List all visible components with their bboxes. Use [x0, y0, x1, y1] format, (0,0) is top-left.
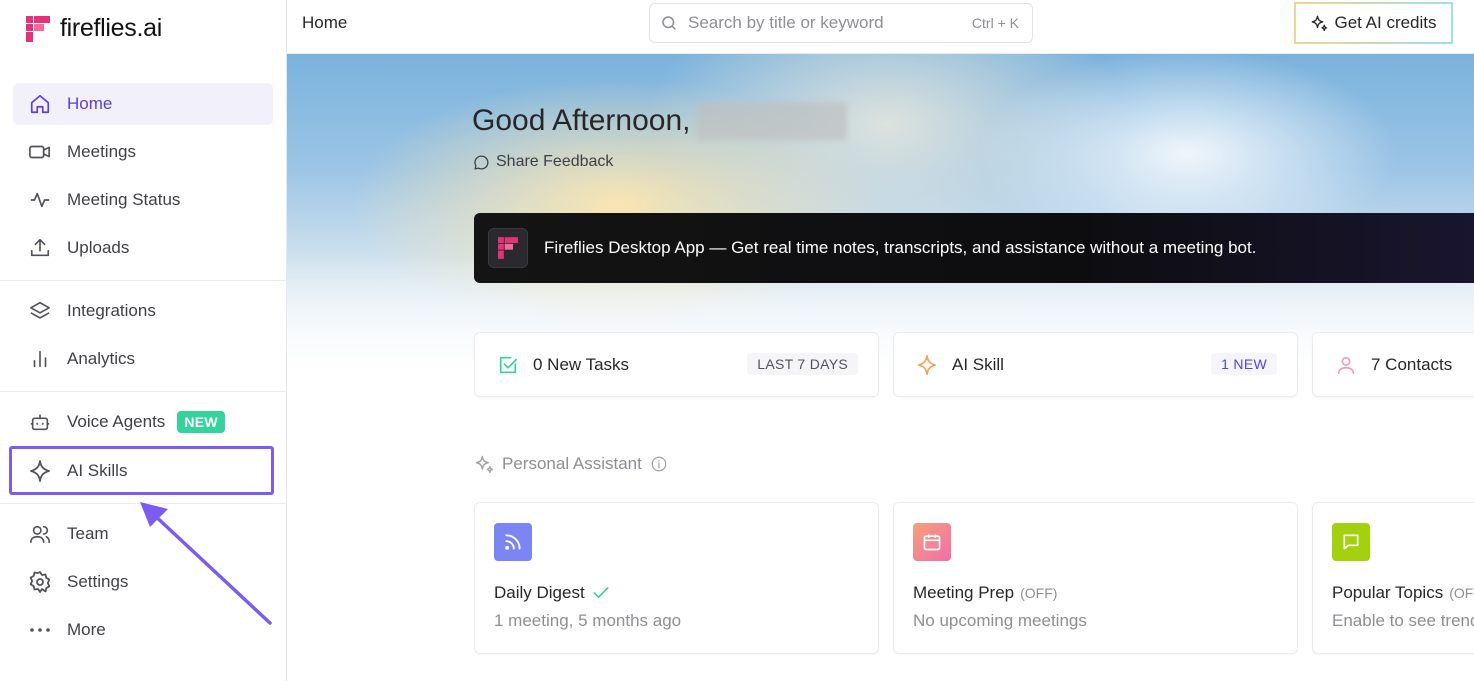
logo-text: fireflies.ai: [60, 14, 162, 42]
checkmark-icon: [593, 587, 609, 598]
sidebar-item-ai-skills[interactable]: AI Skills: [9, 446, 274, 495]
search-bar[interactable]: Ctrl + K: [649, 3, 1033, 43]
pa-card-title: Daily Digest: [494, 583, 611, 603]
banner-text: Fireflies Desktop App — Get real time no…: [544, 238, 1257, 257]
personal-assistant-heading: Personal Assistant: [474, 454, 668, 474]
pa-card-status: (OFF): [1020, 585, 1058, 601]
stat-label: 0 New Tasks: [533, 354, 630, 374]
stat-tag: LAST 7 DAYS: [747, 353, 858, 375]
check-square-icon: [495, 352, 521, 378]
sidebar-item-label: Meeting Status: [67, 190, 181, 209]
search-shortcut: Ctrl + K: [971, 15, 1019, 31]
sparkles-icon: [1312, 15, 1328, 32]
top-header: Home Ctrl + K Get AI credits: [287, 0, 1474, 54]
desktop-app-banner[interactable]: Fireflies Desktop App — Get real time no…: [474, 213, 1474, 283]
pa-card-name: Meeting Prep: [913, 583, 1015, 602]
calendar-icon: [913, 523, 951, 561]
pa-card-subtitle: 1 meeting, 5 months ago: [494, 611, 682, 630]
personal-assistant-title: Personal Assistant: [502, 454, 642, 473]
get-ai-credits-label: Get AI credits: [1334, 13, 1437, 32]
home-icon: [27, 91, 53, 117]
sparkle-icon: [27, 458, 53, 484]
sidebar-item-voice-agents[interactable]: Voice Agents NEW: [13, 401, 273, 443]
sidebar-item-label: AI Skills: [67, 460, 128, 480]
info-icon[interactable]: [650, 455, 668, 473]
pa-card-subtitle: No upcoming meetings: [913, 611, 1087, 630]
annotation-arrow-icon: [140, 502, 272, 625]
logo[interactable]: fireflies.ai: [26, 14, 162, 43]
video-icon: [27, 139, 53, 165]
sidebar-item-meetings[interactable]: Meetings: [13, 131, 273, 173]
stat-tag: 1 NEW: [1211, 353, 1277, 375]
bot-icon: [27, 409, 53, 435]
pa-card-title: Meeting Prep (OFF): [913, 583, 1057, 603]
sidebar-item-label: Team: [67, 524, 109, 543]
pa-card-popular-topics[interactable]: Popular Topics (OFF) Enable to see trend…: [1312, 502, 1474, 654]
stat-card-ai-skill[interactable]: AI Skill 1 NEW: [893, 332, 1298, 397]
fireflies-logo-icon: [26, 15, 50, 42]
sidebar-item-uploads[interactable]: Uploads: [13, 227, 273, 269]
share-feedback-label: Share Feedback: [496, 153, 614, 170]
gear-icon: [27, 569, 53, 595]
chat-icon: [1332, 523, 1370, 561]
more-dots-icon: [27, 617, 53, 643]
new-badge: NEW: [177, 411, 225, 433]
sidebar-divider: [0, 391, 286, 392]
sidebar-item-label: Home: [67, 94, 113, 113]
pa-card-name: Daily Digest: [494, 583, 585, 602]
pa-card-title: Popular Topics (OFF): [1332, 583, 1474, 603]
sidebar-divider: [0, 280, 286, 281]
sidebar-item-integrations[interactable]: Integrations: [13, 290, 273, 332]
sparkle-icon: [914, 352, 940, 378]
stat-card-tasks[interactable]: 0 New Tasks LAST 7 DAYS: [474, 332, 879, 397]
sidebar-item-label: Voice Agents: [67, 412, 166, 431]
bar-chart-icon: [27, 346, 53, 372]
chat-bubble-icon: [474, 154, 489, 170]
fireflies-logo-icon: [488, 228, 528, 268]
users-icon: [27, 521, 53, 547]
sidebar: fireflies.ai Home Meetings Meeting Statu…: [0, 0, 287, 681]
stat-card-contacts[interactable]: 7 Contacts: [1312, 332, 1474, 397]
stat-label: 7 Contacts: [1371, 354, 1453, 374]
user-icon: [1333, 352, 1359, 378]
search-input[interactable]: [688, 13, 948, 33]
sidebar-item-analytics[interactable]: Analytics: [13, 338, 273, 380]
greeting: Good Afternoon,: [472, 102, 847, 140]
sidebar-item-meeting-status[interactable]: Meeting Status: [13, 179, 273, 221]
search-icon: [662, 16, 676, 30]
sidebar-item-label: More: [67, 620, 106, 639]
activity-icon: [27, 187, 53, 213]
sidebar-item-label: Uploads: [67, 238, 130, 257]
greeting-text: Good Afternoon,: [472, 104, 691, 137]
upload-icon: [27, 235, 53, 261]
pa-card-daily-digest[interactable]: Daily Digest 1 meeting, 5 months ago: [474, 502, 879, 654]
main-content: Good Afternoon, Share Feedback Fireflies…: [287, 54, 1474, 681]
breadcrumb[interactable]: Home: [302, 13, 347, 33]
sidebar-item-home[interactable]: Home: [13, 83, 273, 125]
sidebar-item-label: Analytics: [67, 349, 136, 368]
sidebar-item-label: Meetings: [67, 142, 136, 161]
layers-icon: [27, 298, 53, 324]
pa-card-status: (OFF): [1449, 585, 1474, 601]
pa-card-name: Popular Topics: [1332, 583, 1444, 602]
share-feedback-link[interactable]: Share Feedback: [473, 153, 613, 171]
stat-label: AI Skill: [952, 354, 1004, 374]
redacted-username: [696, 102, 847, 140]
pa-card-meeting-prep[interactable]: Meeting Prep (OFF) No upcoming meetings: [893, 502, 1298, 654]
rss-icon: [494, 523, 532, 561]
sparkles-icon: [475, 455, 494, 474]
sidebar-item-label: Settings: [67, 572, 129, 591]
pa-card-subtitle: Enable to see trends: [1332, 611, 1474, 630]
get-ai-credits-button[interactable]: Get AI credits: [1294, 2, 1453, 44]
sidebar-item-label: Integrations: [67, 301, 156, 320]
